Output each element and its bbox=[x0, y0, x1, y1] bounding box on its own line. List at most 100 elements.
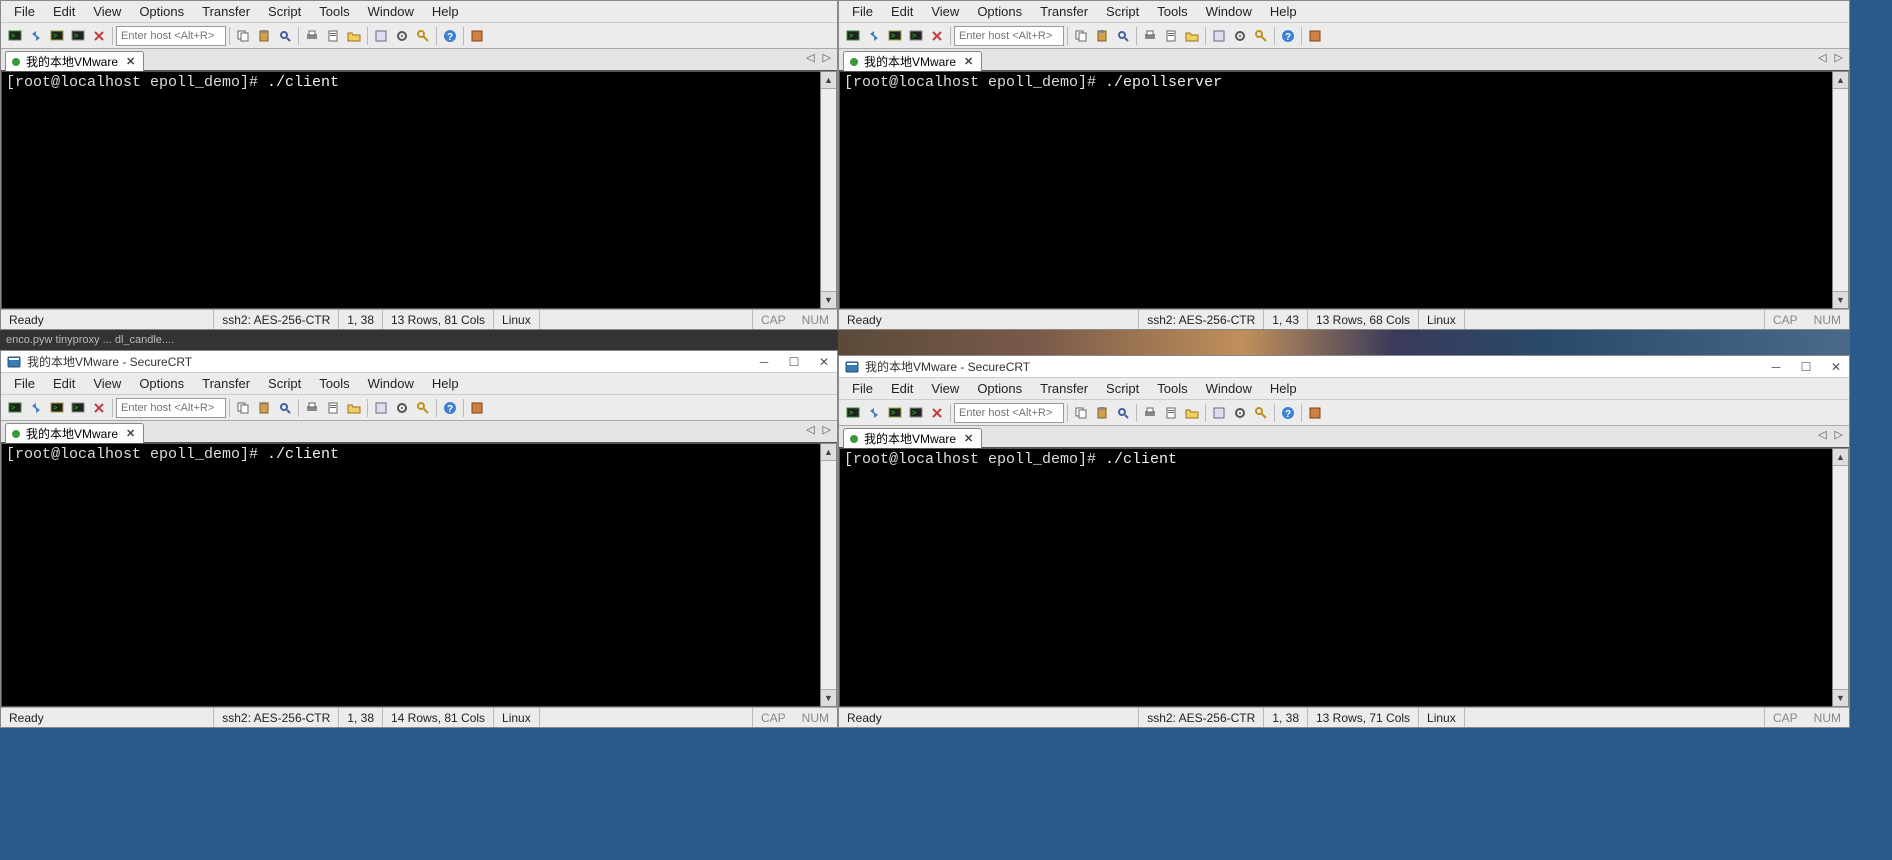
log-icon[interactable] bbox=[323, 398, 343, 418]
connect-icon[interactable] bbox=[864, 26, 884, 46]
scroll-track[interactable] bbox=[821, 89, 836, 291]
key-icon[interactable] bbox=[413, 26, 433, 46]
help-icon[interactable]: ? bbox=[1278, 26, 1298, 46]
quick-connect-icon[interactable]: > bbox=[47, 398, 67, 418]
host-input[interactable] bbox=[954, 403, 1064, 423]
scrollbar[interactable]: ▲▼ bbox=[1832, 71, 1849, 309]
tab-close-icon[interactable]: ✕ bbox=[126, 427, 135, 440]
menu-view[interactable]: View bbox=[84, 2, 130, 21]
find-icon[interactable] bbox=[275, 26, 295, 46]
new-window-icon[interactable] bbox=[1209, 26, 1229, 46]
tab-close-icon[interactable]: ✕ bbox=[964, 432, 973, 445]
copy-icon[interactable] bbox=[233, 398, 253, 418]
disconnect-icon[interactable]: > bbox=[68, 26, 88, 46]
paste-icon[interactable] bbox=[254, 398, 274, 418]
log-icon[interactable] bbox=[1161, 403, 1181, 423]
menu-script[interactable]: Script bbox=[1097, 379, 1148, 398]
menu-script[interactable]: Script bbox=[259, 2, 310, 21]
settings-icon[interactable] bbox=[392, 26, 412, 46]
scroll-track[interactable] bbox=[1833, 89, 1848, 291]
close-button[interactable]: ✕ bbox=[817, 355, 831, 369]
menu-file[interactable]: File bbox=[843, 2, 882, 21]
quick-connect-icon[interactable]: > bbox=[885, 403, 905, 423]
menu-view[interactable]: View bbox=[922, 2, 968, 21]
maximize-button[interactable]: ☐ bbox=[787, 355, 801, 369]
minimize-button[interactable]: ─ bbox=[1769, 360, 1783, 374]
minimize-button[interactable]: ─ bbox=[757, 355, 771, 369]
session-tab[interactable]: 我的本地VMware✕ bbox=[5, 51, 144, 71]
settings-icon[interactable] bbox=[1230, 26, 1250, 46]
menu-tools[interactable]: Tools bbox=[310, 2, 358, 21]
quick-connect-icon[interactable]: > bbox=[47, 26, 67, 46]
menu-view[interactable]: View bbox=[922, 379, 968, 398]
session-tab[interactable]: 我的本地VMware✕ bbox=[843, 428, 982, 448]
paste-icon[interactable] bbox=[1092, 403, 1112, 423]
disconnect-icon[interactable]: > bbox=[906, 403, 926, 423]
scroll-up-icon[interactable]: ▲ bbox=[1833, 72, 1848, 89]
reconnect-icon[interactable] bbox=[927, 26, 947, 46]
menu-help[interactable]: Help bbox=[423, 2, 468, 21]
find-icon[interactable] bbox=[275, 398, 295, 418]
close-button[interactable]: ✕ bbox=[1829, 360, 1843, 374]
copy-icon[interactable] bbox=[233, 26, 253, 46]
menu-script[interactable]: Script bbox=[1097, 2, 1148, 21]
menu-window[interactable]: Window bbox=[359, 374, 423, 393]
menu-file[interactable]: File bbox=[843, 379, 882, 398]
tab-next-icon[interactable]: ▷ bbox=[1833, 51, 1845, 64]
connect-icon[interactable] bbox=[26, 26, 46, 46]
log-icon[interactable] bbox=[323, 26, 343, 46]
terminal[interactable]: [root@localhost epoll_demo]# ./epollserv… bbox=[839, 71, 1832, 309]
tab-prev-icon[interactable]: ◁ bbox=[804, 51, 816, 64]
scroll-up-icon[interactable]: ▲ bbox=[1833, 449, 1848, 466]
scroll-track[interactable] bbox=[1833, 466, 1848, 689]
window-titlebar[interactable]: 我的本地VMware - SecureCRT─☐✕ bbox=[839, 356, 1849, 378]
menu-options[interactable]: Options bbox=[130, 2, 193, 21]
menu-window[interactable]: Window bbox=[1197, 379, 1261, 398]
print-icon[interactable] bbox=[302, 26, 322, 46]
save-icon[interactable] bbox=[344, 398, 364, 418]
terminal[interactable]: [root@localhost epoll_demo]# ./client bbox=[839, 448, 1832, 707]
tab-next-icon[interactable]: ▷ bbox=[821, 51, 833, 64]
menu-tools[interactable]: Tools bbox=[1148, 2, 1196, 21]
log-icon[interactable] bbox=[1161, 26, 1181, 46]
scroll-down-icon[interactable]: ▼ bbox=[821, 689, 836, 706]
save-icon[interactable] bbox=[1182, 26, 1202, 46]
tab-prev-icon[interactable]: ◁ bbox=[1816, 51, 1828, 64]
new-window-icon[interactable] bbox=[1209, 403, 1229, 423]
scroll-up-icon[interactable]: ▲ bbox=[821, 444, 836, 461]
settings-icon[interactable] bbox=[1230, 403, 1250, 423]
copy-icon[interactable] bbox=[1071, 26, 1091, 46]
tab-close-icon[interactable]: ✕ bbox=[126, 55, 135, 68]
reconnect-icon[interactable] bbox=[89, 398, 109, 418]
connect-icon[interactable] bbox=[864, 403, 884, 423]
new-session-icon[interactable]: > bbox=[843, 403, 863, 423]
help-icon[interactable]: ? bbox=[1278, 403, 1298, 423]
session-tab[interactable]: 我的本地VMware✕ bbox=[843, 51, 982, 71]
print-icon[interactable] bbox=[302, 398, 322, 418]
save-icon[interactable] bbox=[344, 26, 364, 46]
tab-next-icon[interactable]: ▷ bbox=[1833, 428, 1845, 441]
scroll-down-icon[interactable]: ▼ bbox=[1833, 689, 1848, 706]
menu-window[interactable]: Window bbox=[359, 2, 423, 21]
menu-help[interactable]: Help bbox=[1261, 2, 1306, 21]
app-icon[interactable] bbox=[1305, 403, 1325, 423]
window-titlebar[interactable]: 我的本地VMware - SecureCRT─☐✕ bbox=[1, 351, 837, 373]
new-window-icon[interactable] bbox=[371, 26, 391, 46]
key-icon[interactable] bbox=[1251, 403, 1271, 423]
scrollbar[interactable]: ▲▼ bbox=[820, 71, 837, 309]
save-icon[interactable] bbox=[1182, 403, 1202, 423]
menu-options[interactable]: Options bbox=[130, 374, 193, 393]
app-icon[interactable] bbox=[1305, 26, 1325, 46]
scroll-up-icon[interactable]: ▲ bbox=[821, 72, 836, 89]
menu-edit[interactable]: Edit bbox=[882, 379, 922, 398]
menu-transfer[interactable]: Transfer bbox=[1031, 379, 1097, 398]
find-icon[interactable] bbox=[1113, 26, 1133, 46]
tab-close-icon[interactable]: ✕ bbox=[964, 55, 973, 68]
print-icon[interactable] bbox=[1140, 403, 1160, 423]
help-icon[interactable]: ? bbox=[440, 398, 460, 418]
terminal[interactable]: [root@localhost epoll_demo]# ./client bbox=[1, 443, 820, 707]
paste-icon[interactable] bbox=[254, 26, 274, 46]
host-input[interactable] bbox=[116, 26, 226, 46]
new-session-icon[interactable]: > bbox=[5, 398, 25, 418]
scroll-down-icon[interactable]: ▼ bbox=[821, 291, 836, 308]
